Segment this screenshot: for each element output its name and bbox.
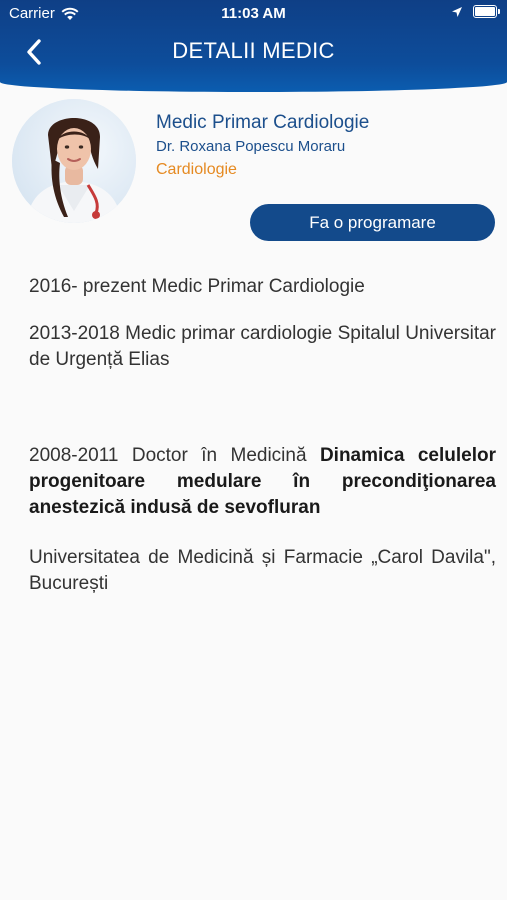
cv-entry-hospital: 2013-2018 Medic primar cardiologie Spita… — [29, 323, 496, 370]
doctor-role-title: Medic Primar Cardiologie — [156, 112, 370, 133]
doctor-photo — [12, 99, 136, 223]
doctor-name: Dr. Roxana Popescu Moraru — [156, 138, 346, 155]
page-title: DETALII MEDIC — [172, 38, 335, 63]
cv-entry-doctorate: 2008-2011 Doctor în Medicină Dinamica ce… — [29, 443, 496, 521]
doctorate-period: 2008-2011 Doctor în Medicină — [29, 445, 320, 466]
status-bar: Carrier 11:03 AM — [0, 0, 507, 28]
cv-entry-current-position: 2016- prezent Medic Primar Cardiologie — [29, 276, 365, 297]
make-appointment-button[interactable]: Fa o programare — [250, 204, 495, 241]
battery-icon — [473, 5, 500, 18]
doctor-specialty: Cardiologie — [156, 161, 237, 178]
cv-entry-university: Universitatea de Medicină și Farmacie „C… — [29, 547, 496, 594]
doctor-avatar — [12, 99, 136, 223]
location-arrow-icon — [452, 6, 462, 17]
header-bar: Carrier 11:03 AM DETALII MEDIC — [0, 0, 507, 92]
status-right-icons — [451, 5, 500, 18]
status-time: 11:03 AM — [221, 5, 286, 22]
doctor-details-screen: Carrier 11:03 AM DETALII MEDIC Medic Pri… — [0, 0, 507, 900]
